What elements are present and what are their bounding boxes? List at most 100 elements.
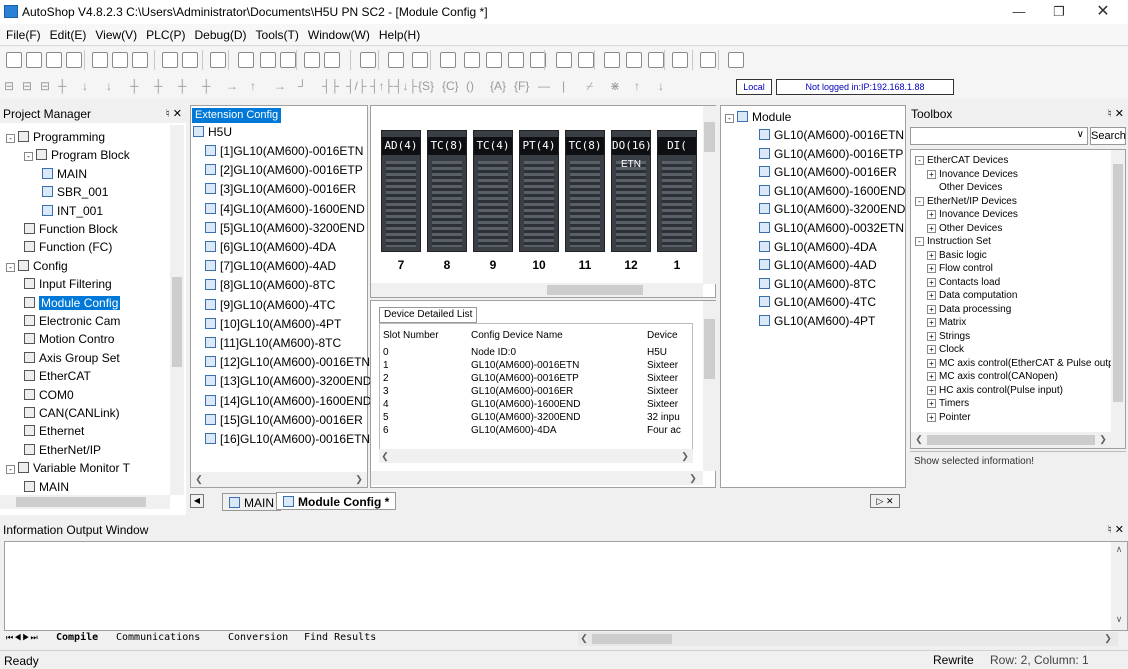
project-tree-item[interactable]: - Programming [6,128,105,146]
rack-module[interactable]: DI( [657,130,697,252]
ladder-tool-20-icon[interactable]: () [466,79,474,93]
ladder-tool-3-icon[interactable]: ┼ [58,79,67,93]
chevron-down-icon[interactable]: ∨ [1077,129,1084,140]
tab-scroll-left[interactable]: ◀ [190,494,204,508]
project-tree-item[interactable]: SBR_001 [42,183,108,201]
project-tree-item[interactable]: - Config [6,257,68,275]
project-tree-item[interactable]: CAN(CANLink) [24,404,120,422]
output-text-area[interactable]: ∧ ∨ [4,541,1128,631]
run-icon[interactable] [412,52,428,68]
window2-icon[interactable] [324,52,340,68]
toolbox-item[interactable]: + Data computation [927,289,1017,302]
toolbox-item[interactable]: + MC axis control(CANopen) [927,370,1058,383]
expand-icon[interactable]: - [915,196,924,206]
print-preview-icon[interactable] [280,52,296,68]
ladder-tool-22-icon[interactable]: {F} [514,79,529,93]
ladder-tool-16-icon[interactable]: ┤↑├ [370,79,393,93]
toolbox-item[interactable]: + Inovance Devices [927,208,1018,221]
check-icon[interactable] [556,52,572,68]
ladder-tool-12-icon[interactable]: → [274,79,286,93]
print-icon[interactable] [66,52,82,68]
ladder-tool-18-icon[interactable]: {S} [418,79,434,93]
col-slot[interactable]: Slot Number [380,324,468,346]
pin-icon[interactable]: ♮ ✕ [166,107,182,120]
col-device[interactable]: Device [644,324,692,346]
ladder-tool-27-icon[interactable]: ↑ [634,79,640,93]
toolbox-hscroll[interactable]: ❮ ❯ [911,432,1125,448]
extension-hscroll[interactable]: ❮ ❯ [191,472,367,487]
rack-module[interactable]: TC(8) [565,130,605,252]
ladder-tool-10-icon[interactable]: → [226,79,238,93]
module-root[interactable]: - Module [725,108,791,126]
rack-module[interactable]: AD(4) [381,130,421,252]
toolbox-item[interactable]: - EtherNet/IP Devices [915,195,1017,208]
expand-icon[interactable]: + [927,358,936,368]
extension-slot-item[interactable]: [8]GL10(AM600)-8TC [205,276,335,294]
device-table-row[interactable]: 1 GL10(AM600)-0016ETN Sixteer [380,359,692,372]
menu-file[interactable]: File(F) [0,24,44,42]
toolbox-item[interactable]: + Clock [927,343,964,356]
ladder-tool-15-icon[interactable]: ┤/├ [346,79,366,93]
ladder-tool-13-icon[interactable]: ┘ [298,79,307,93]
col-name[interactable]: Config Device Name [468,324,644,346]
ladder-tool-24-icon[interactable]: | [562,79,565,93]
project-tree-item[interactable]: Function (FC) [24,238,112,256]
extension-slot-item[interactable]: [3]GL10(AM600)-0016ER [205,180,356,198]
copy-icon[interactable] [112,52,128,68]
rack-module[interactable]: TC(4) [473,130,513,252]
project-tree-item[interactable]: Axis Group Set [24,349,120,367]
expand-icon[interactable]: + [927,345,936,354]
ladder-tool-7-icon[interactable]: ┼ [154,79,163,93]
debug-icon[interactable] [508,52,524,68]
module-catalog-item[interactable]: GL10(AM600)-0016ER [759,163,897,181]
output-nav-arrows[interactable]: ⏮◀▶⏭ [6,633,39,643]
cross-ref-icon[interactable] [604,52,620,68]
extension-slot-item[interactable]: [12]GL10(AM600)-0016ETN [205,353,370,371]
ladder-tool-2-icon[interactable]: ⊟ [40,79,50,93]
menu-window[interactable]: Window(W) [302,24,373,42]
new-icon[interactable] [6,52,22,68]
expand-icon[interactable]: + [927,210,936,219]
ladder-tool-26-icon[interactable]: ⋇ [610,79,620,93]
toolbox-item[interactable]: + Data processing [927,303,1011,316]
toolbox-search-button[interactable]: Search [1090,127,1126,145]
toolbox-item[interactable]: - Instruction Set [915,235,991,248]
device-table-row[interactable]: 0 Node ID:0 H5U [380,346,692,359]
rack-module[interactable]: PT(4) [519,130,559,252]
project-tree-item[interactable]: Input Filtering [24,275,112,293]
menu-plc[interactable]: PLC(P) [140,24,188,42]
extension-slot-item[interactable]: [9]GL10(AM600)-4TC [205,296,335,314]
toolbox-item[interactable]: + Timers [927,397,969,410]
upload-icon[interactable] [486,52,502,68]
ladder-tool-17-icon[interactable]: ┤↓├ [394,79,417,93]
pin-icon[interactable]: ♮ ✕ [1108,523,1124,536]
device-list-tab[interactable]: Device Detailed List [379,307,478,323]
menu-debug[interactable]: Debug(D) [189,24,250,42]
extension-slot-item[interactable]: [13]GL10(AM600)-3200END [205,372,371,390]
find-icon[interactable] [238,52,254,68]
output-vscroll[interactable]: ∧ ∨ [1111,542,1127,630]
expand-icon[interactable]: + [927,250,936,260]
project-tree-item[interactable]: MAIN [24,478,69,496]
toolbox-search-input[interactable]: ∨ [910,127,1088,145]
tab-main[interactable]: MAIN [222,493,281,511]
menu-edit[interactable]: Edit(E) [44,24,90,42]
toolbox-item[interactable]: + Matrix [927,316,966,329]
import-icon[interactable] [700,52,716,68]
toolbox-item[interactable]: + Other Devices [927,222,1002,235]
expand-icon[interactable]: + [927,264,936,273]
expand-icon[interactable]: + [927,372,936,381]
edit-icon[interactable] [578,52,594,68]
tab-close-button[interactable]: ▷ ✕ [870,494,900,508]
extension-slot-item[interactable]: [10]GL10(AM600)-4PT [205,315,341,333]
extension-slot-item[interactable]: [2]GL10(AM600)-0016ETP [205,161,363,179]
project-tree-item[interactable]: COM0 [24,386,74,404]
monitor-icon[interactable] [388,52,404,68]
tab-module-config[interactable]: Module Config * [276,492,397,510]
expand-icon[interactable]: + [927,169,936,179]
project-tree-vscroll[interactable] [170,125,184,495]
ladder-tool-4-icon[interactable]: ↓ [82,79,88,93]
expand-icon[interactable]: - [6,465,15,475]
extension-slot-item[interactable]: [14]GL10(AM600)-1600END [205,392,371,410]
module-catalog-item[interactable]: GL10(AM600)-0032ETN [759,219,904,237]
